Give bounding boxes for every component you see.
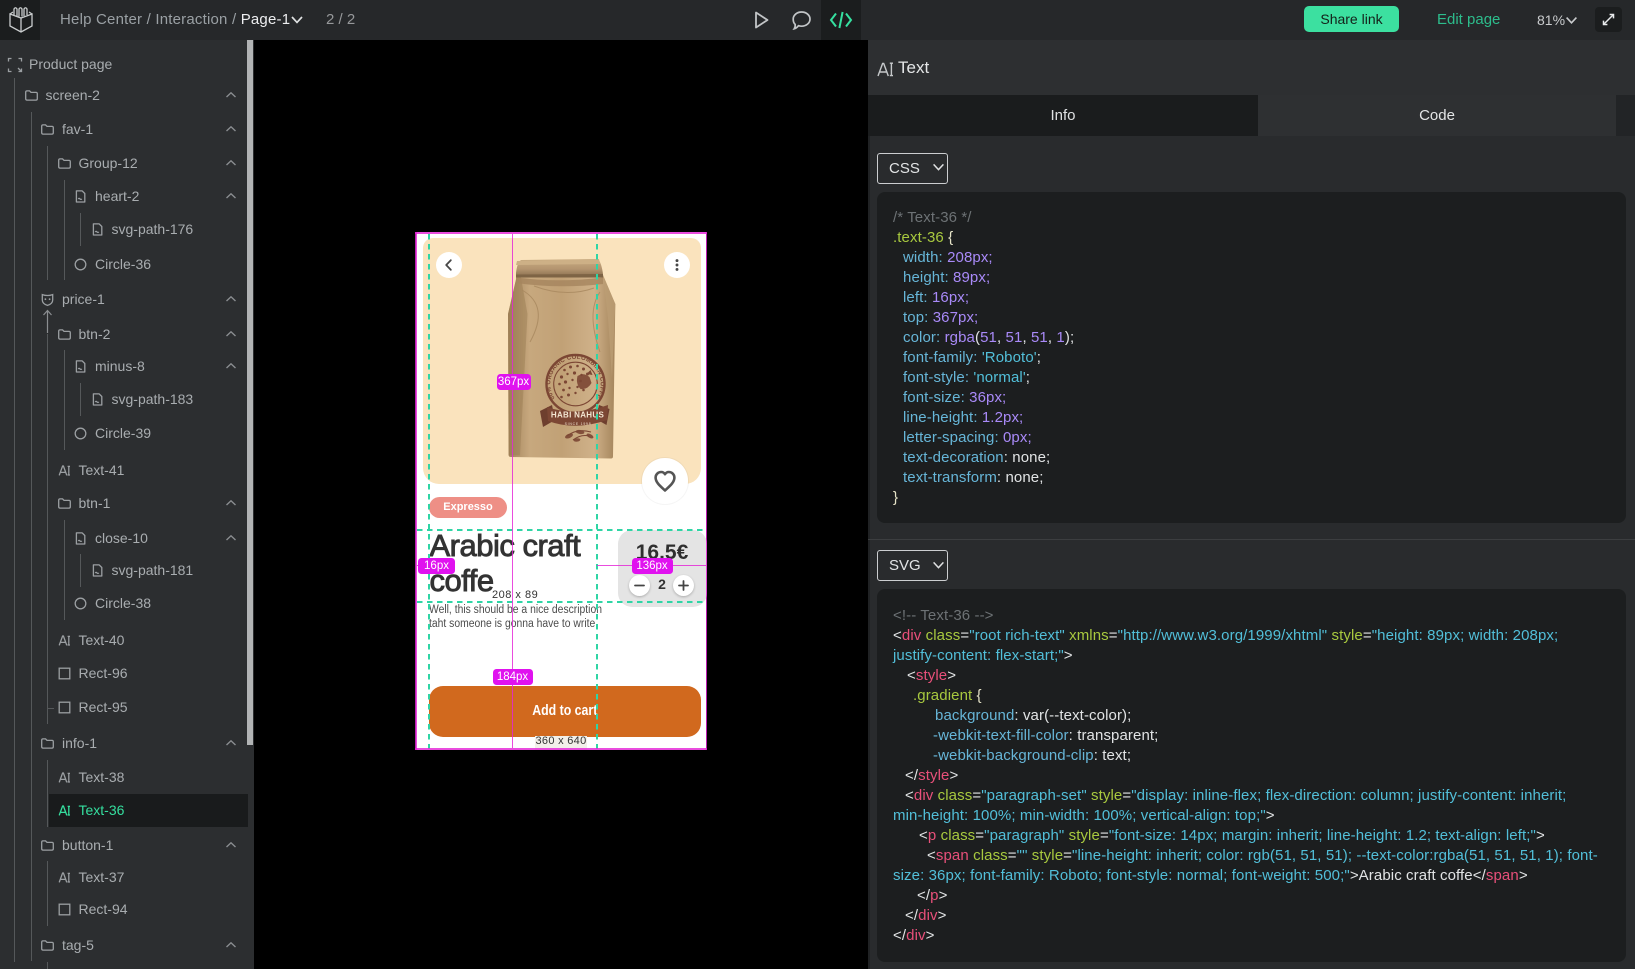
- svg-text:SINCE 1998: SINCE 1998: [565, 422, 592, 426]
